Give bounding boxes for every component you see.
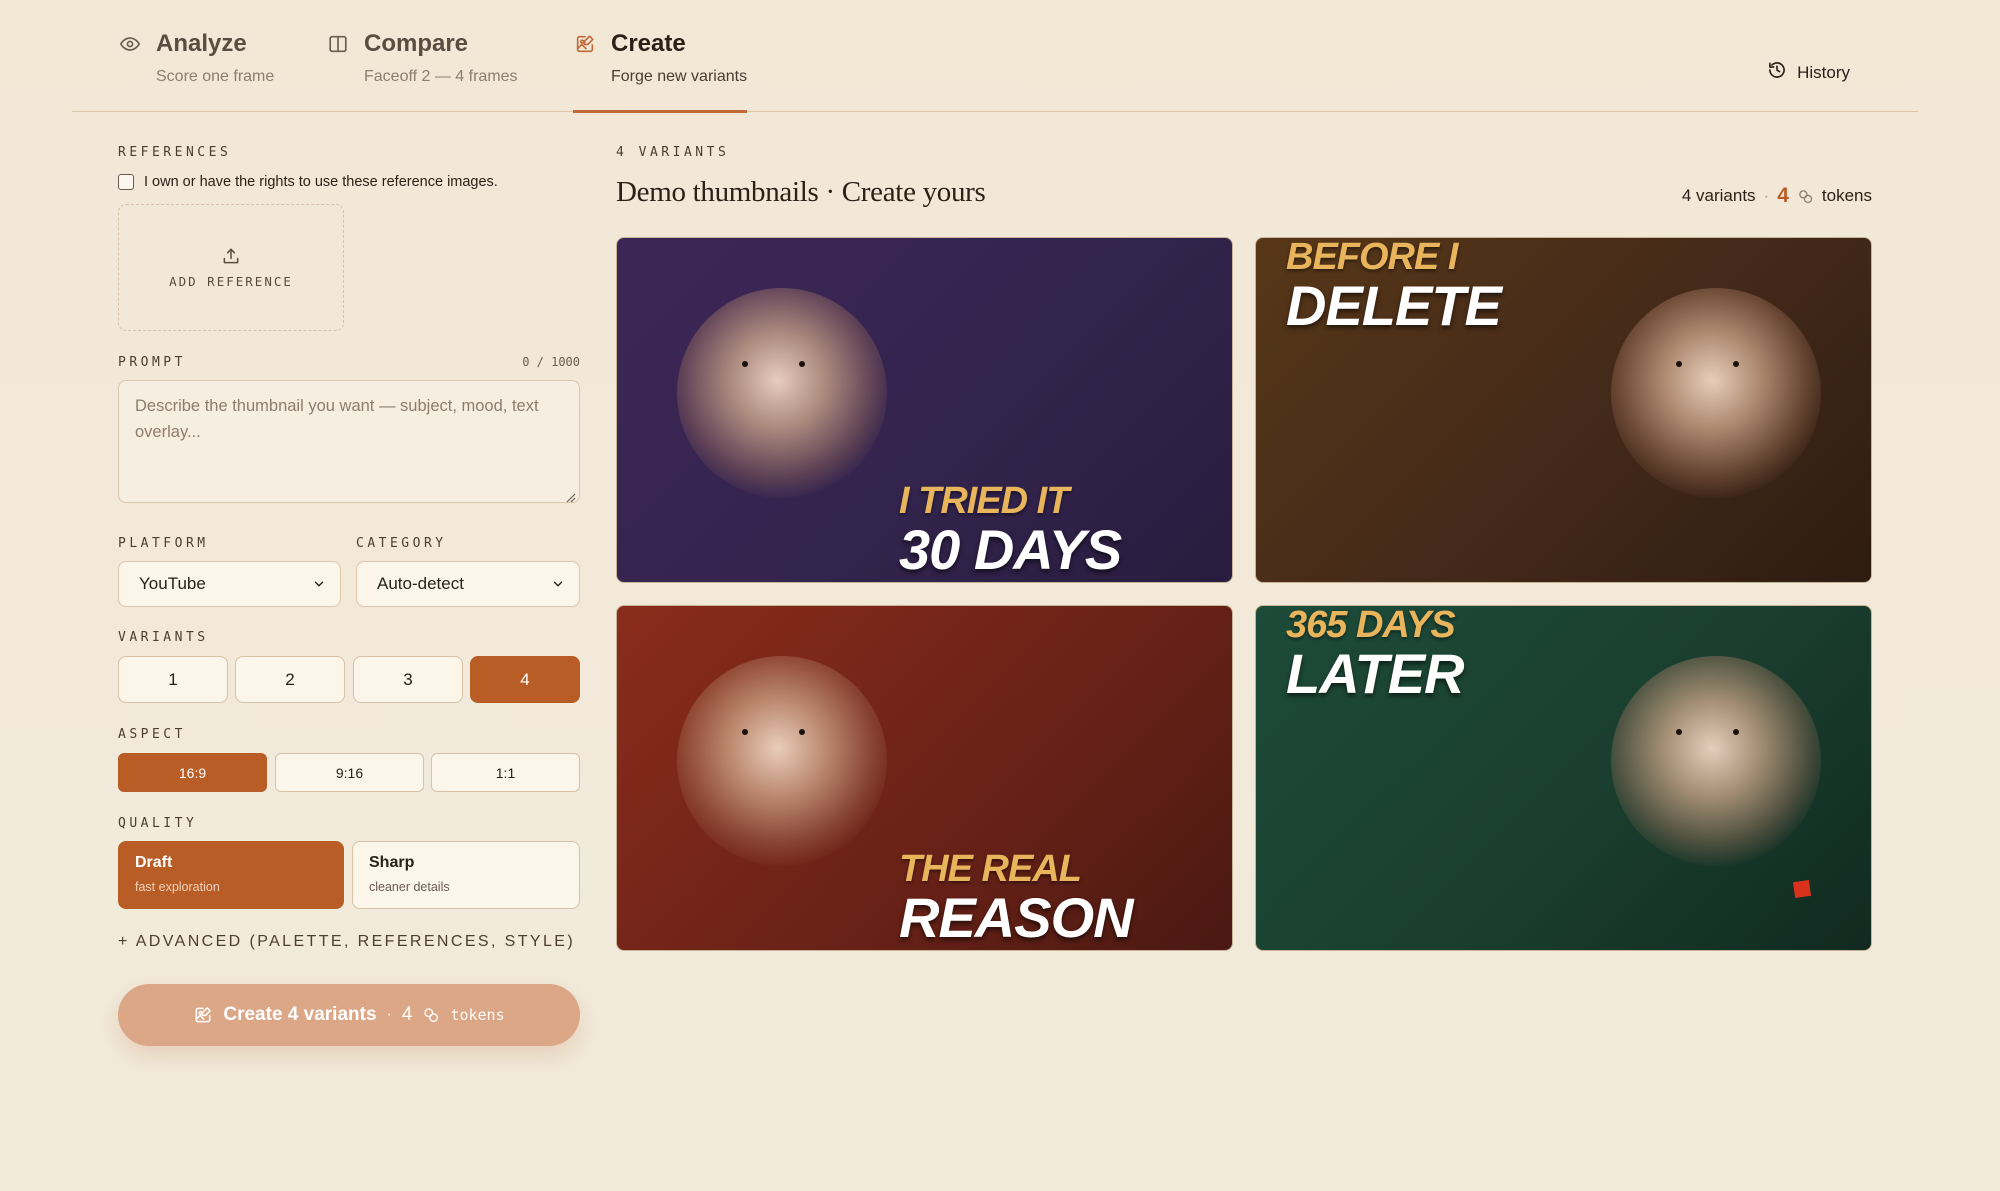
create-variants-button[interactable]: Create 4 variants · 4 tokens bbox=[118, 984, 580, 1046]
tab-compare-sub: Faceoff 2 — 4 frames bbox=[364, 68, 518, 85]
aspect-option-1-1[interactable]: 1:1 bbox=[431, 753, 580, 792]
variants-count-label: 4 VARIANTS bbox=[616, 145, 730, 160]
prompt-counter: 0 / 1000 bbox=[522, 355, 580, 369]
quality-draft-button[interactable]: Draft fast exploration bbox=[118, 841, 344, 909]
columns-icon bbox=[326, 32, 350, 56]
history-label: History bbox=[1797, 62, 1850, 82]
aspect-label: ASPECT bbox=[118, 727, 186, 742]
history-button[interactable]: History bbox=[1767, 60, 1850, 85]
variant-option-4[interactable]: 4 bbox=[470, 656, 580, 703]
tab-compare[interactable]: Compare Faceoff 2 — 4 frames bbox=[326, 30, 518, 112]
caption-top: 365 DAYS bbox=[1286, 605, 1456, 646]
platform-value: YouTube bbox=[139, 574, 206, 593]
image-edit-icon bbox=[573, 32, 597, 56]
red-square-sticker bbox=[1792, 879, 1812, 899]
add-reference-button[interactable]: ADD REFERENCE bbox=[118, 204, 344, 331]
category-select[interactable]: Auto-detect bbox=[356, 561, 580, 607]
thumbnail-caption: I TRIED IT 30 DAYS bbox=[899, 480, 1122, 581]
category-value: Auto-detect bbox=[377, 574, 464, 593]
variant-card[interactable]: 365 DAYS LATER bbox=[1255, 605, 1872, 951]
face-placeholder bbox=[677, 656, 887, 866]
category-label: CATEGORY bbox=[356, 536, 447, 551]
tab-create-label: Create bbox=[611, 30, 686, 57]
advanced-toggle[interactable]: + ADVANCED (PALETTE, REFERENCES, STYLE) bbox=[118, 933, 575, 951]
caption-bottom: 30 DAYS bbox=[899, 518, 1122, 581]
thumbnail-caption: BEFORE I DELETE bbox=[1286, 238, 1748, 578]
tab-analyze-label: Analyze bbox=[156, 30, 247, 57]
variants-label: VARIANTS bbox=[118, 630, 209, 645]
tab-analyze-sub: Score one frame bbox=[156, 68, 275, 85]
page-title: Demo thumbnails · Create yours bbox=[616, 176, 986, 208]
platform-select[interactable]: YouTube bbox=[118, 561, 341, 607]
prompt-input[interactable] bbox=[118, 380, 580, 503]
aspect-option-9-16[interactable]: 9:16 bbox=[275, 753, 424, 792]
thumbnail-caption: THE REAL REASON bbox=[899, 848, 1134, 949]
aspect-option-16-9[interactable]: 16:9 bbox=[118, 753, 267, 792]
variant-option-3[interactable]: 3 bbox=[353, 656, 463, 703]
quality-sharp-sub: cleaner details bbox=[369, 880, 450, 894]
history-icon bbox=[1767, 60, 1787, 85]
token-icon bbox=[422, 1006, 440, 1024]
eye-dot bbox=[742, 729, 748, 735]
rights-checkbox-row[interactable]: I own or have the rights to use these re… bbox=[118, 174, 498, 190]
image-edit-icon bbox=[193, 1005, 213, 1025]
variant-card[interactable]: THE REAL REASON bbox=[616, 605, 1233, 951]
create-button-separator: · bbox=[386, 1006, 392, 1023]
variant-option-1[interactable]: 1 bbox=[118, 656, 228, 703]
quality-sharp-title: Sharp bbox=[369, 854, 415, 871]
tab-create-sub: Forge new variants bbox=[611, 68, 748, 85]
chevron-down-icon bbox=[551, 577, 565, 591]
meta-token-count: 4 bbox=[1777, 184, 1789, 207]
tab-compare-label: Compare bbox=[364, 30, 469, 57]
resize-grip-icon[interactable] bbox=[566, 490, 576, 508]
eye-dot bbox=[799, 729, 805, 735]
create-button-count: 4 bbox=[401, 1004, 413, 1025]
token-icon bbox=[1797, 188, 1814, 205]
meta-tokens: tokens bbox=[1821, 186, 1872, 205]
variants-meta: 4 variants · 4 tokens bbox=[1682, 184, 1872, 208]
prompt-label: PROMPT bbox=[118, 355, 186, 370]
variant-card[interactable]: I TRIED IT 30 DAYS bbox=[616, 237, 1233, 583]
tab-create[interactable]: Create Forge new variants bbox=[573, 30, 748, 113]
thumbnail-caption: 365 DAYS LATER bbox=[1286, 606, 1748, 946]
face-placeholder bbox=[677, 288, 887, 498]
eye-icon bbox=[118, 32, 142, 56]
meta-separator: · bbox=[1763, 186, 1770, 205]
rights-text: I own or have the rights to use these re… bbox=[144, 174, 498, 190]
quality-sharp-button[interactable]: Sharp cleaner details bbox=[352, 841, 580, 909]
quality-label: QUALITY bbox=[118, 816, 198, 831]
variant-option-2[interactable]: 2 bbox=[235, 656, 345, 703]
variant-card[interactable]: BEFORE I DELETE bbox=[1255, 237, 1872, 583]
references-label: REFERENCES bbox=[118, 145, 232, 160]
eye-dot bbox=[742, 361, 748, 367]
caption-top: I TRIED IT bbox=[899, 480, 1069, 522]
rights-checkbox[interactable] bbox=[118, 174, 134, 190]
caption-top: BEFORE I bbox=[1286, 237, 1458, 278]
caption-bottom: LATER bbox=[1286, 642, 1465, 705]
meta-variants: 4 variants bbox=[1681, 186, 1756, 205]
upload-icon bbox=[221, 246, 241, 266]
quality-draft-sub: fast exploration bbox=[135, 880, 220, 894]
tab-analyze[interactable]: Analyze Score one frame bbox=[118, 30, 274, 112]
caption-bottom: DELETE bbox=[1286, 274, 1502, 337]
create-button-label: Create 4 variants bbox=[223, 1004, 377, 1025]
add-reference-label: ADD REFERENCE bbox=[169, 274, 293, 289]
chevron-down-icon bbox=[312, 577, 326, 591]
platform-label: PLATFORM bbox=[118, 536, 209, 551]
caption-bottom: REASON bbox=[899, 886, 1134, 949]
caption-top: THE REAL bbox=[899, 848, 1082, 890]
eye-dot bbox=[799, 361, 805, 367]
create-button-tokens: tokens bbox=[450, 1006, 505, 1024]
top-nav: Analyze Score one frame Compare Faceoff … bbox=[72, 0, 1918, 113]
quality-draft-title: Draft bbox=[135, 854, 173, 871]
